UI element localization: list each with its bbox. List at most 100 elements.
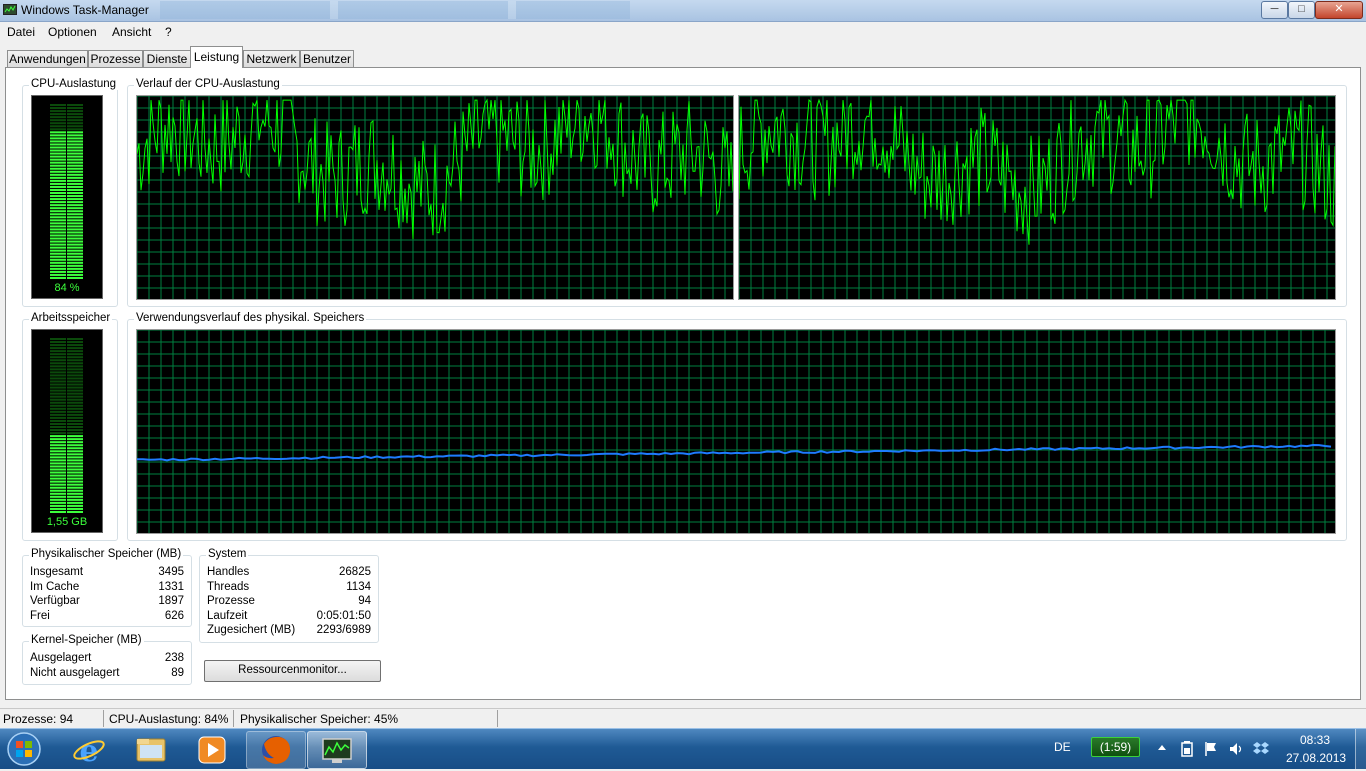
volume-icon[interactable]	[1228, 741, 1244, 757]
stat-row-zugesichert: Zugesichert (MB) 2293/6989	[207, 624, 371, 638]
meter-segment	[67, 471, 83, 474]
stat-row-verfuegbar: Verfügbar 1897	[30, 595, 184, 609]
meter-segment	[67, 149, 83, 152]
stat-row-laufzeit: Laufzeit 0:05:01:50	[207, 610, 371, 624]
meter-segment	[50, 116, 66, 119]
language-indicator[interactable]: DE	[1054, 740, 1071, 754]
menu-datei[interactable]: Datei	[7, 25, 35, 39]
kernel-memory-label: Kernel-Speicher (MB)	[29, 634, 144, 646]
meter-segment	[50, 432, 66, 435]
taskbar-firefox[interactable]	[246, 731, 306, 769]
menu-bar: Datei Optionen Ansicht ?	[0, 22, 1366, 42]
meter-segment	[50, 398, 66, 401]
stat-key: Zugesichert (MB)	[207, 624, 296, 636]
tab-benutzer[interactable]: Benutzer	[300, 50, 354, 67]
meter-segment	[50, 261, 66, 264]
meter-segment	[50, 422, 66, 425]
tab-dienste[interactable]: Dienste	[143, 50, 191, 67]
meter-segment	[67, 344, 83, 347]
meter-segment	[67, 362, 83, 365]
meter-segment	[67, 450, 83, 453]
meter-segment	[67, 422, 83, 425]
menu-optionen[interactable]: Optionen	[48, 25, 97, 39]
taskbar-explorer[interactable]	[122, 731, 180, 767]
meter-segment	[67, 237, 83, 240]
meter-segment	[67, 413, 83, 416]
tab-leistung[interactable]: Leistung	[190, 46, 243, 68]
tab-anwendungen[interactable]: Anwendungen	[7, 50, 88, 67]
meter-segment	[50, 410, 66, 413]
cpu-usage-meter: 84 %	[31, 95, 103, 299]
taskbar-internet-explorer[interactable]: e	[60, 731, 118, 769]
status-divider	[497, 710, 498, 727]
cpu-history-line	[136, 98, 734, 240]
meter-segment	[67, 273, 83, 276]
meter-segment	[50, 131, 66, 134]
action-center-flag-icon[interactable]	[1204, 741, 1218, 757]
stat-row-insgesamt: Insgesamt 3495	[30, 566, 184, 580]
status-processes: Prozesse: 94	[3, 712, 74, 726]
meter-segment	[50, 161, 66, 164]
meter-segment	[50, 435, 66, 438]
stat-key: Prozesse	[207, 595, 255, 607]
show-desktop-button[interactable]	[1355, 729, 1366, 769]
meter-segment	[50, 356, 66, 359]
minimize-button[interactable]: ─	[1261, 1, 1288, 19]
stat-key: Im Cache	[30, 581, 80, 593]
menu-ansicht[interactable]: Ansicht	[112, 25, 151, 39]
memory-history-graph	[136, 329, 1336, 534]
status-divider	[233, 710, 234, 727]
meter-segment	[50, 134, 66, 137]
meter-segment	[50, 213, 66, 216]
meter-segment	[67, 164, 83, 167]
show-hidden-icons-chevron-icon[interactable]	[1157, 743, 1167, 753]
physical-memory-label: Physikalischer Speicher (MB)	[29, 548, 184, 560]
meter-segment	[50, 347, 66, 350]
meter-segment	[50, 152, 66, 155]
meter-segment	[67, 107, 83, 110]
meter-segment	[67, 368, 83, 371]
meter-segment	[50, 273, 66, 276]
meter-segment	[50, 216, 66, 219]
meter-segment	[67, 170, 83, 173]
meter-segment	[67, 252, 83, 255]
meter-segment	[50, 510, 66, 513]
meter-segment	[67, 204, 83, 207]
battery-time-indicator[interactable]: (1:59)	[1091, 737, 1140, 757]
meter-segment	[50, 507, 66, 510]
meter-segment	[50, 338, 66, 341]
meter-segment	[50, 179, 66, 182]
meter-segment	[50, 389, 66, 392]
title-bar[interactable]: Windows Task-Manager ─ □ ✕	[0, 0, 1366, 22]
meter-segment	[67, 410, 83, 413]
dropbox-icon[interactable]	[1252, 740, 1270, 758]
tab-prozesse[interactable]: Prozesse	[88, 50, 143, 67]
meter-segment	[67, 401, 83, 404]
tab-netzwerk[interactable]: Netzwerk	[243, 50, 300, 67]
menu-help[interactable]: ?	[165, 25, 172, 39]
meter-segment	[50, 195, 66, 198]
resource-monitor-button[interactable]: Ressourcenmonitor...	[204, 660, 381, 682]
taskbar-media-player[interactable]	[183, 731, 241, 767]
meter-segment	[50, 243, 66, 246]
clock-date[interactable]: 27.08.2013	[1286, 751, 1346, 765]
meter-segment	[50, 125, 66, 128]
taskbar-task-manager[interactable]	[307, 731, 367, 769]
meter-segment	[50, 365, 66, 368]
close-button[interactable]: ✕	[1315, 1, 1363, 19]
meter-segment	[50, 486, 66, 489]
clock-time[interactable]: 08:33	[1300, 733, 1330, 747]
meter-segment	[50, 264, 66, 267]
battery-icon[interactable]	[1181, 741, 1193, 757]
meter-segment	[50, 429, 66, 432]
meter-segment	[67, 210, 83, 213]
meter-segment	[67, 447, 83, 450]
meter-segment	[50, 492, 66, 495]
stat-key: Laufzeit	[207, 610, 248, 622]
meter-segment	[50, 276, 66, 279]
maximize-button[interactable]: □	[1288, 1, 1315, 19]
tab-strip: Anwendungen Prozesse Dienste Leistung Ne…	[0, 46, 1366, 68]
meter-segment	[67, 176, 83, 179]
start-orb-icon[interactable]	[5, 731, 43, 767]
meter-segment	[50, 426, 66, 429]
